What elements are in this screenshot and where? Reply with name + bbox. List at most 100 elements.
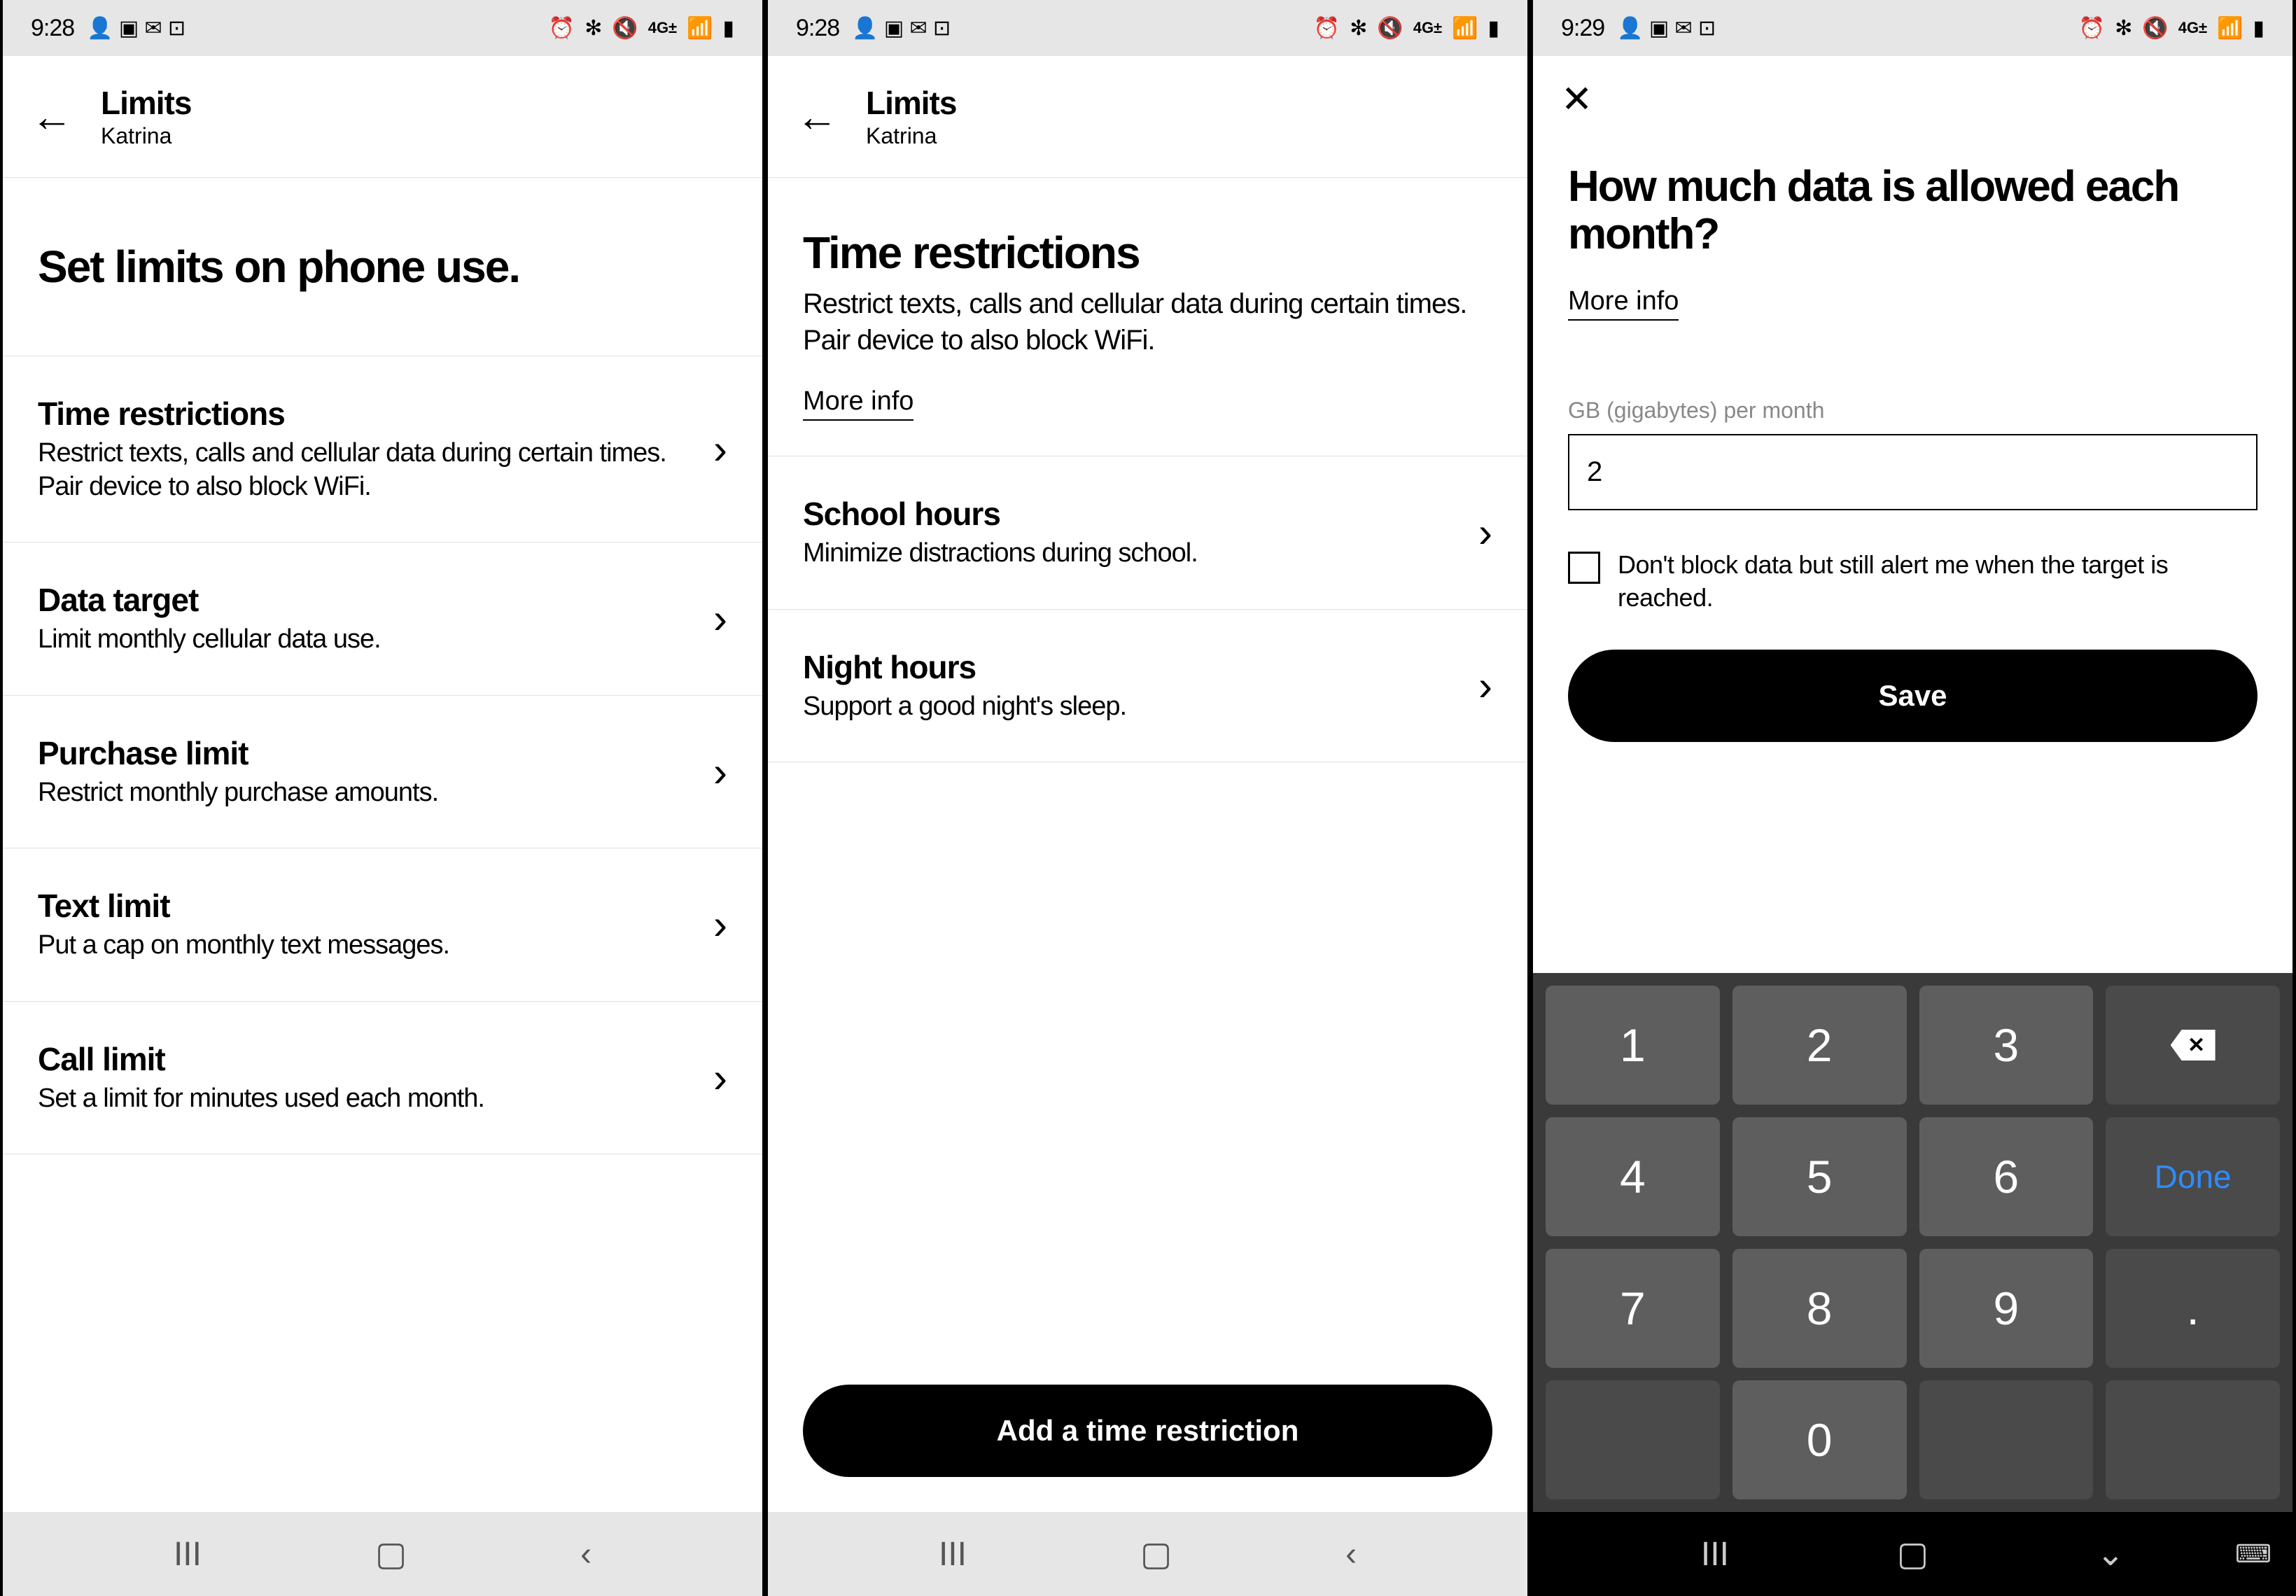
header-title: Limits bbox=[101, 84, 191, 122]
app-header: ← Limits Katrina bbox=[3, 56, 762, 178]
key-blank-right bbox=[1919, 1380, 2094, 1499]
key-dot[interactable]: . bbox=[2106, 1249, 2280, 1368]
status-left-icons: 👤 ▣ ✉ ⊡ bbox=[87, 16, 186, 41]
status-bar: 9:28 👤 ▣ ✉ ⊡ ⏰ ✻ 🔇 4G± 📶 ▮ bbox=[3, 0, 762, 56]
item-title: Purchase limit bbox=[38, 734, 692, 772]
home-button[interactable]: ▢ bbox=[1140, 1534, 1172, 1574]
item-desc: Limit monthly cellular data use. bbox=[38, 623, 692, 657]
numeric-keyboard: 1 2 3 ✕ 4 5 6 Done 7 8 9 . 0 bbox=[1533, 973, 2292, 1512]
key-9[interactable]: 9 bbox=[1919, 1249, 2094, 1368]
item-call-limit[interactable]: Call limit Set a limit for minutes used … bbox=[3, 1002, 762, 1155]
back-button[interactable]: ← bbox=[31, 96, 73, 138]
input-label: GB (gigabytes) per month bbox=[1533, 356, 2292, 434]
item-desc: Restrict monthly purchase amounts. bbox=[38, 776, 692, 810]
home-button[interactable]: ▢ bbox=[1897, 1534, 1928, 1574]
back-nav-button[interactable]: ‹ bbox=[580, 1535, 592, 1574]
status-left-icons: 👤 ▣ ✉ ⊡ bbox=[1617, 16, 1716, 41]
back-nav-button[interactable]: ‹ bbox=[1345, 1535, 1357, 1574]
screen-limits: 9:28 👤 ▣ ✉ ⊡ ⏰ ✻ 🔇 4G± 📶 ▮ ← Limits Katr… bbox=[0, 0, 765, 1596]
key-8[interactable]: 8 bbox=[1732, 1249, 1907, 1368]
item-title: Data target bbox=[38, 581, 692, 619]
mute-icon: 🔇 bbox=[612, 16, 638, 41]
key-7[interactable]: 7 bbox=[1546, 1249, 1720, 1368]
more-info-link[interactable]: More info bbox=[1568, 286, 1679, 321]
network-icon: 4G± bbox=[1413, 19, 1442, 37]
mute-icon: 🔇 bbox=[2142, 16, 2168, 41]
header-title: Limits bbox=[866, 84, 956, 122]
data-amount-input[interactable]: 2 bbox=[1568, 434, 2258, 510]
close-button[interactable]: ✕ bbox=[1561, 77, 2264, 121]
status-left-icons: 👤 ▣ ✉ ⊡ bbox=[852, 16, 951, 41]
item-title: Text limit bbox=[38, 887, 692, 925]
chevron-right-icon: › bbox=[713, 594, 727, 643]
key-1[interactable]: 1 bbox=[1546, 986, 1720, 1105]
item-title: Call limit bbox=[38, 1040, 692, 1078]
key-5[interactable]: 5 bbox=[1732, 1117, 1907, 1236]
item-title: Time restrictions bbox=[38, 395, 692, 433]
bluetooth-icon: ✻ bbox=[584, 16, 602, 41]
recents-button[interactable]: III bbox=[939, 1535, 967, 1574]
mute-icon: 🔇 bbox=[1377, 16, 1403, 41]
bluetooth-icon: ✻ bbox=[2115, 16, 2132, 41]
network-icon: 4G± bbox=[2178, 19, 2207, 37]
status-bar: 9:28 👤 ▣ ✉ ⊡ ⏰ ✻ 🔇 4G± 📶 ▮ bbox=[768, 0, 1527, 56]
more-info-link[interactable]: More info bbox=[803, 386, 913, 421]
save-button[interactable]: Save bbox=[1568, 650, 2258, 742]
key-done[interactable]: Done bbox=[2106, 1117, 2280, 1236]
chevron-right-icon: › bbox=[713, 425, 727, 473]
page-heading: Set limits on phone use. bbox=[3, 178, 762, 356]
battery-icon: ▮ bbox=[2253, 16, 2264, 41]
battery-icon: ▮ bbox=[722, 16, 734, 41]
checkbox[interactable] bbox=[1568, 552, 1600, 584]
app-header: ← Limits Katrina bbox=[768, 56, 1527, 178]
key-0[interactable]: 0 bbox=[1732, 1380, 1907, 1499]
key-6[interactable]: 6 bbox=[1919, 1117, 2094, 1236]
screen-data-target: 9:29 👤 ▣ ✉ ⊡ ⏰ ✻ 🔇 4G± 📶 ▮ ✕ How much da… bbox=[1530, 0, 2295, 1596]
item-time-restrictions[interactable]: Time restrictions Restrict texts, calls … bbox=[3, 356, 762, 542]
recents-button[interactable]: III bbox=[174, 1535, 202, 1574]
item-desc: Set a limit for minutes used each month. bbox=[38, 1082, 692, 1116]
item-desc: Minimize distractions during school. bbox=[803, 537, 1457, 570]
chevron-right-icon: › bbox=[713, 1054, 727, 1102]
home-button[interactable]: ▢ bbox=[375, 1534, 407, 1574]
alarm-icon: ⏰ bbox=[549, 16, 575, 41]
alert-only-checkbox-row[interactable]: Don't block data but still alert me when… bbox=[1533, 510, 2292, 643]
signal-icon: 📶 bbox=[2217, 16, 2243, 41]
alarm-icon: ⏰ bbox=[2079, 16, 2105, 41]
key-blank-far-right bbox=[2106, 1380, 2280, 1499]
item-title: Night hours bbox=[803, 648, 1457, 686]
signal-icon: 📶 bbox=[687, 16, 713, 41]
bluetooth-icon: ✻ bbox=[1350, 16, 1367, 41]
key-4[interactable]: 4 bbox=[1546, 1117, 1720, 1236]
key-blank-left bbox=[1546, 1380, 1720, 1499]
item-data-target[interactable]: Data target Limit monthly cellular data … bbox=[3, 542, 762, 696]
key-backspace[interactable]: ✕ bbox=[2106, 986, 2280, 1105]
chevron-right-icon: › bbox=[713, 748, 727, 796]
hide-keyboard-button[interactable]: ⌄ bbox=[2096, 1534, 2124, 1574]
chevron-right-icon: › bbox=[1478, 662, 1492, 710]
page-description: Restrict texts, calls and cellular data … bbox=[768, 286, 1527, 372]
item-desc: Support a good night's sleep. bbox=[803, 690, 1457, 724]
screen-time-restrictions: 9:28 👤 ▣ ✉ ⊡ ⏰ ✻ 🔇 4G± 📶 ▮ ← Limits Katr… bbox=[765, 0, 1530, 1596]
status-bar: 9:29 👤 ▣ ✉ ⊡ ⏰ ✻ 🔇 4G± 📶 ▮ bbox=[1533, 0, 2292, 56]
page-heading: How much data is allowed each month? bbox=[1533, 128, 2292, 272]
item-text-limit[interactable]: Text limit Put a cap on monthly text mes… bbox=[3, 848, 762, 1002]
back-button[interactable]: ← bbox=[796, 96, 838, 138]
header-subtitle: Katrina bbox=[866, 123, 956, 149]
add-time-restriction-button[interactable]: Add a time restriction bbox=[803, 1385, 1492, 1477]
status-time: 9:29 bbox=[1561, 15, 1604, 42]
page-heading: Time restrictions bbox=[768, 178, 1527, 286]
key-3[interactable]: 3 bbox=[1919, 986, 2094, 1105]
key-2[interactable]: 2 bbox=[1732, 986, 1907, 1105]
android-nav-bar: III ▢ ⌄ ⌨ bbox=[1533, 1512, 2292, 1596]
item-school-hours[interactable]: School hours Minimize distractions durin… bbox=[768, 456, 1527, 610]
android-nav-bar: III ▢ ‹ bbox=[768, 1512, 1527, 1596]
item-purchase-limit[interactable]: Purchase limit Restrict monthly purchase… bbox=[3, 696, 762, 849]
alarm-icon: ⏰ bbox=[1314, 16, 1340, 41]
keyboard-switch-icon[interactable]: ⌨ bbox=[2235, 1539, 2272, 1569]
checkbox-label: Don't block data but still alert me when… bbox=[1618, 549, 2258, 615]
item-night-hours[interactable]: Night hours Support a good night's sleep… bbox=[768, 610, 1527, 763]
chevron-right-icon: › bbox=[1478, 508, 1492, 556]
recents-button[interactable]: III bbox=[1701, 1535, 1729, 1574]
signal-icon: 📶 bbox=[1452, 16, 1478, 41]
